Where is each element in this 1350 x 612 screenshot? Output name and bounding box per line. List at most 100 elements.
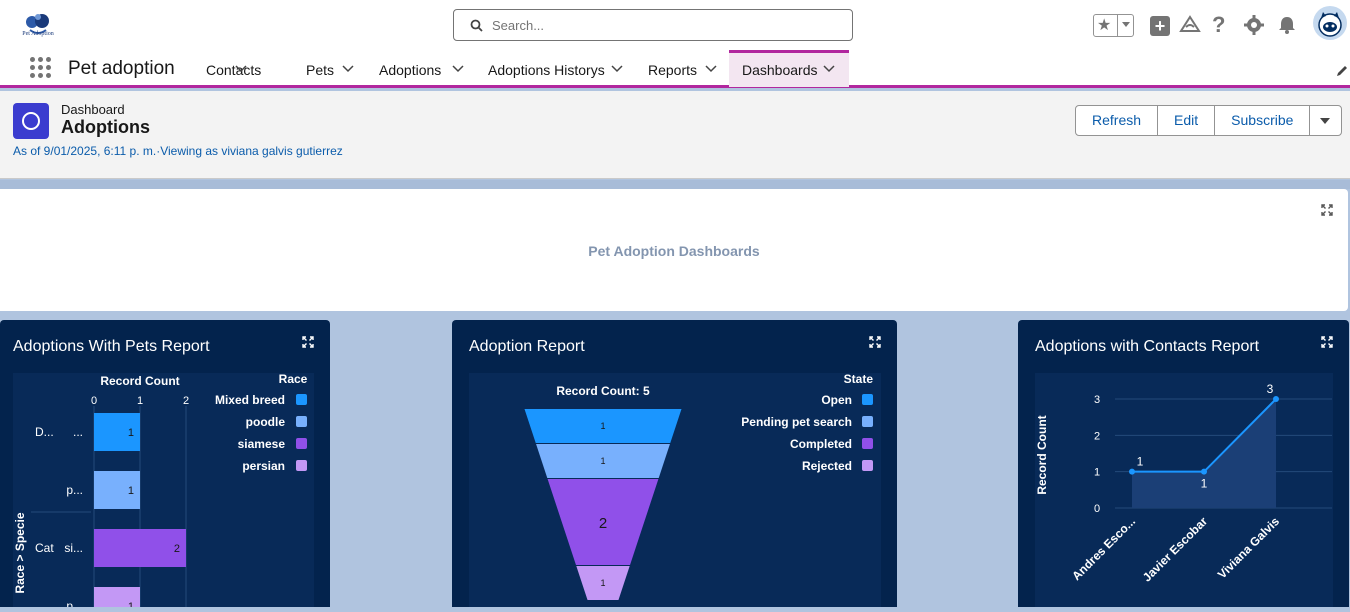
background-pattern [0, 180, 1350, 189]
help-icon[interactable]: ? [1212, 12, 1225, 38]
expand-icon[interactable] [869, 336, 881, 348]
point-value-label: 3 [1267, 382, 1274, 396]
y-tick-label: 2 [1094, 430, 1100, 442]
group-label: Cat [35, 541, 54, 555]
search-icon [470, 19, 483, 32]
y-axis-label: Record Count [1035, 415, 1049, 494]
legend-swatch[interactable] [296, 416, 307, 427]
sub-label: p... [66, 483, 83, 497]
funnel-value-label: 1 [600, 456, 605, 466]
adoption-report-card: Adoption Report Record Count: 5 State 1 1… [452, 320, 897, 607]
chevron-down-icon[interactable] [1122, 22, 1130, 27]
x-tick-label: 0 [91, 395, 97, 407]
legend-label: persian [242, 459, 285, 473]
record-type-label: Dashboard [61, 102, 125, 117]
bar-value-label: 2 [174, 543, 180, 555]
chart-area: Record Count Race Race > Specie 0 1 2 1 D..… [13, 372, 314, 612]
rich-text-widget: Pet Adoption Dashboards [0, 189, 1348, 311]
widget-title: Pet Adoption Dashboards [588, 243, 760, 259]
dashboard-header: Dashboard Adoptions As of 9/01/2025, 6:1… [0, 91, 1350, 179]
legend-label: Completed [790, 437, 852, 451]
funnel-value-label: 1 [600, 578, 605, 588]
legend-label: Rejected [802, 459, 852, 473]
trailhead-icon[interactable] [1179, 15, 1201, 35]
edit-button[interactable]: Edit [1158, 106, 1216, 135]
expand-icon[interactable] [1321, 336, 1333, 348]
legend-swatch[interactable] [296, 460, 307, 471]
point-value-label: 1 [1137, 455, 1144, 469]
funnel-header: Record Count: 5 [556, 384, 650, 398]
tab-chevrons [235, 65, 835, 73]
chevron-down-icon [611, 65, 623, 73]
legend-label: siamese [238, 437, 286, 451]
legend-swatch[interactable] [296, 438, 307, 449]
edit-nav-icon[interactable] [1335, 64, 1349, 78]
gear-icon[interactable] [1244, 15, 1264, 35]
card-title: Adoptions With Pets Report [13, 338, 210, 355]
chevron-down-icon [705, 65, 717, 73]
bar-value-label: 1 [128, 427, 134, 439]
x-tick-label: Javier Escobar [1140, 514, 1211, 585]
x-tick-label: Andres Esco... [1069, 514, 1138, 583]
as-of-text: As of 9/01/2025, 6:11 p. m.·Viewing as v… [13, 144, 343, 158]
more-actions-button[interactable] [1310, 106, 1341, 135]
bar-value-label: 1 [128, 485, 134, 497]
add-icon[interactable]: + [1150, 16, 1170, 36]
global-header: Pet Adoption Search... ★ + ? [0, 0, 1350, 50]
group-label: D... [35, 425, 54, 439]
x-tick-label: 1 [137, 395, 143, 407]
bar[interactable] [94, 529, 186, 567]
sub-label: si... [64, 541, 83, 555]
y-tick-label: 1 [1094, 467, 1100, 479]
header-button-group: Refresh Edit Subscribe [1075, 105, 1343, 136]
subscribe-button[interactable]: Subscribe [1215, 106, 1311, 135]
expand-icon[interactable] [302, 336, 314, 348]
funnel-value-label: 1 [600, 421, 605, 431]
adoptions-with-pets-card: Adoptions With Pets Report Record Count … [0, 320, 330, 612]
star-icon: ★ [1097, 17, 1112, 34]
x-axis-label: Record Count [100, 374, 179, 388]
data-point[interactable] [1129, 468, 1135, 475]
sub-label: p... [66, 599, 83, 607]
expand-icon[interactable] [1321, 204, 1333, 216]
search-placeholder: Search... [492, 18, 545, 33]
legend-label: Open [821, 393, 852, 407]
data-point[interactable] [1273, 396, 1279, 402]
astro-avatar-icon [1318, 12, 1342, 37]
legend-swatch[interactable] [862, 416, 873, 427]
point-value-label: 1 [1201, 477, 1208, 491]
chevron-down-icon [823, 65, 835, 73]
favorites-button[interactable]: ★ [1093, 14, 1134, 37]
line-chart: Record Count 0 1 2 3 1 Andres Esco... 1 Javier… [1035, 382, 1332, 585]
y-tick-label: 0 [1094, 503, 1100, 515]
chart-area: Record Count: 5 State 1 1 2 1 Open Pending p… [469, 372, 881, 607]
bar-chart: Record Count Race Race > Specie 0 1 2 1 D..… [13, 372, 308, 612]
app-navigation: Pet adoption Contacts Pets Adoptions Ado… [0, 50, 1350, 88]
funnel-chart: Record Count: 5 State 1 1 2 1 Open Pending p… [524, 372, 874, 600]
data-point[interactable] [1201, 468, 1207, 475]
legend-swatch[interactable] [296, 394, 307, 405]
legend-swatch[interactable] [862, 460, 873, 471]
legend-title: Race [279, 373, 308, 386]
legend-title: State [844, 373, 874, 386]
card-title: Adoptions with Contacts Report [1035, 338, 1260, 355]
legend-swatch[interactable] [862, 394, 873, 405]
legend-swatch[interactable] [862, 438, 873, 449]
funnel-value-label: 2 [599, 515, 607, 532]
line-area-fill [1132, 399, 1276, 508]
sub-label: ... [73, 425, 83, 439]
user-avatar[interactable] [1313, 6, 1347, 40]
adoptions-with-contacts-card: Adoptions with Contacts Report Record Co… [1018, 320, 1349, 607]
legend-label: poodle [246, 415, 286, 429]
bell-icon[interactable] [1277, 15, 1297, 35]
legend-label: Pending pet search [741, 415, 852, 429]
chevron-down-icon [452, 65, 464, 73]
x-tick-label: Viviana Galvis [1215, 514, 1283, 582]
global-search[interactable]: Search... [453, 9, 853, 41]
refresh-button[interactable]: Refresh [1076, 106, 1159, 135]
bar-value-label: 1 [128, 601, 134, 607]
dashboard-icon [13, 103, 49, 139]
page-title: Adoptions [61, 117, 150, 137]
divider [1117, 15, 1118, 36]
chart-area: Record Count 0 1 2 3 1 Andres Esco... 1 Javier… [1035, 373, 1333, 607]
